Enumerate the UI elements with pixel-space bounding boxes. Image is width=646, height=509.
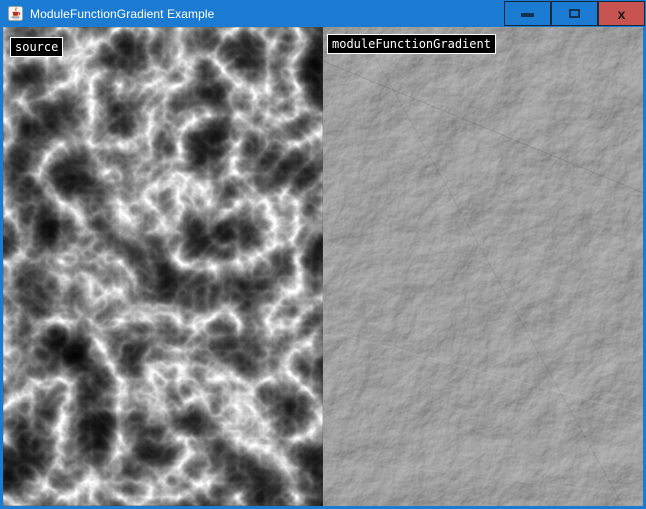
app-window: ModuleFunctionGradient Example x (0, 0, 646, 509)
maximize-icon (569, 9, 580, 18)
close-button[interactable]: x (598, 1, 645, 26)
minimize-icon (521, 13, 534, 17)
source-noise-image (3, 27, 323, 506)
window-title: ModuleFunctionGradient Example (30, 7, 214, 21)
minimize-button[interactable] (504, 1, 551, 26)
panel-gradient: moduleFunctionGradient (323, 27, 643, 506)
source-label: source (10, 37, 63, 57)
titlebar[interactable]: ModuleFunctionGradient Example x (0, 0, 646, 27)
content-area: source (0, 27, 646, 509)
java-app-icon (8, 6, 23, 21)
maximize-button[interactable] (551, 1, 598, 26)
gradient-label: moduleFunctionGradient (327, 34, 496, 54)
close-icon: x (618, 7, 626, 21)
gradient-noise-image (323, 27, 643, 506)
window-controls: x (504, 0, 645, 27)
panel-source: source (3, 27, 323, 506)
